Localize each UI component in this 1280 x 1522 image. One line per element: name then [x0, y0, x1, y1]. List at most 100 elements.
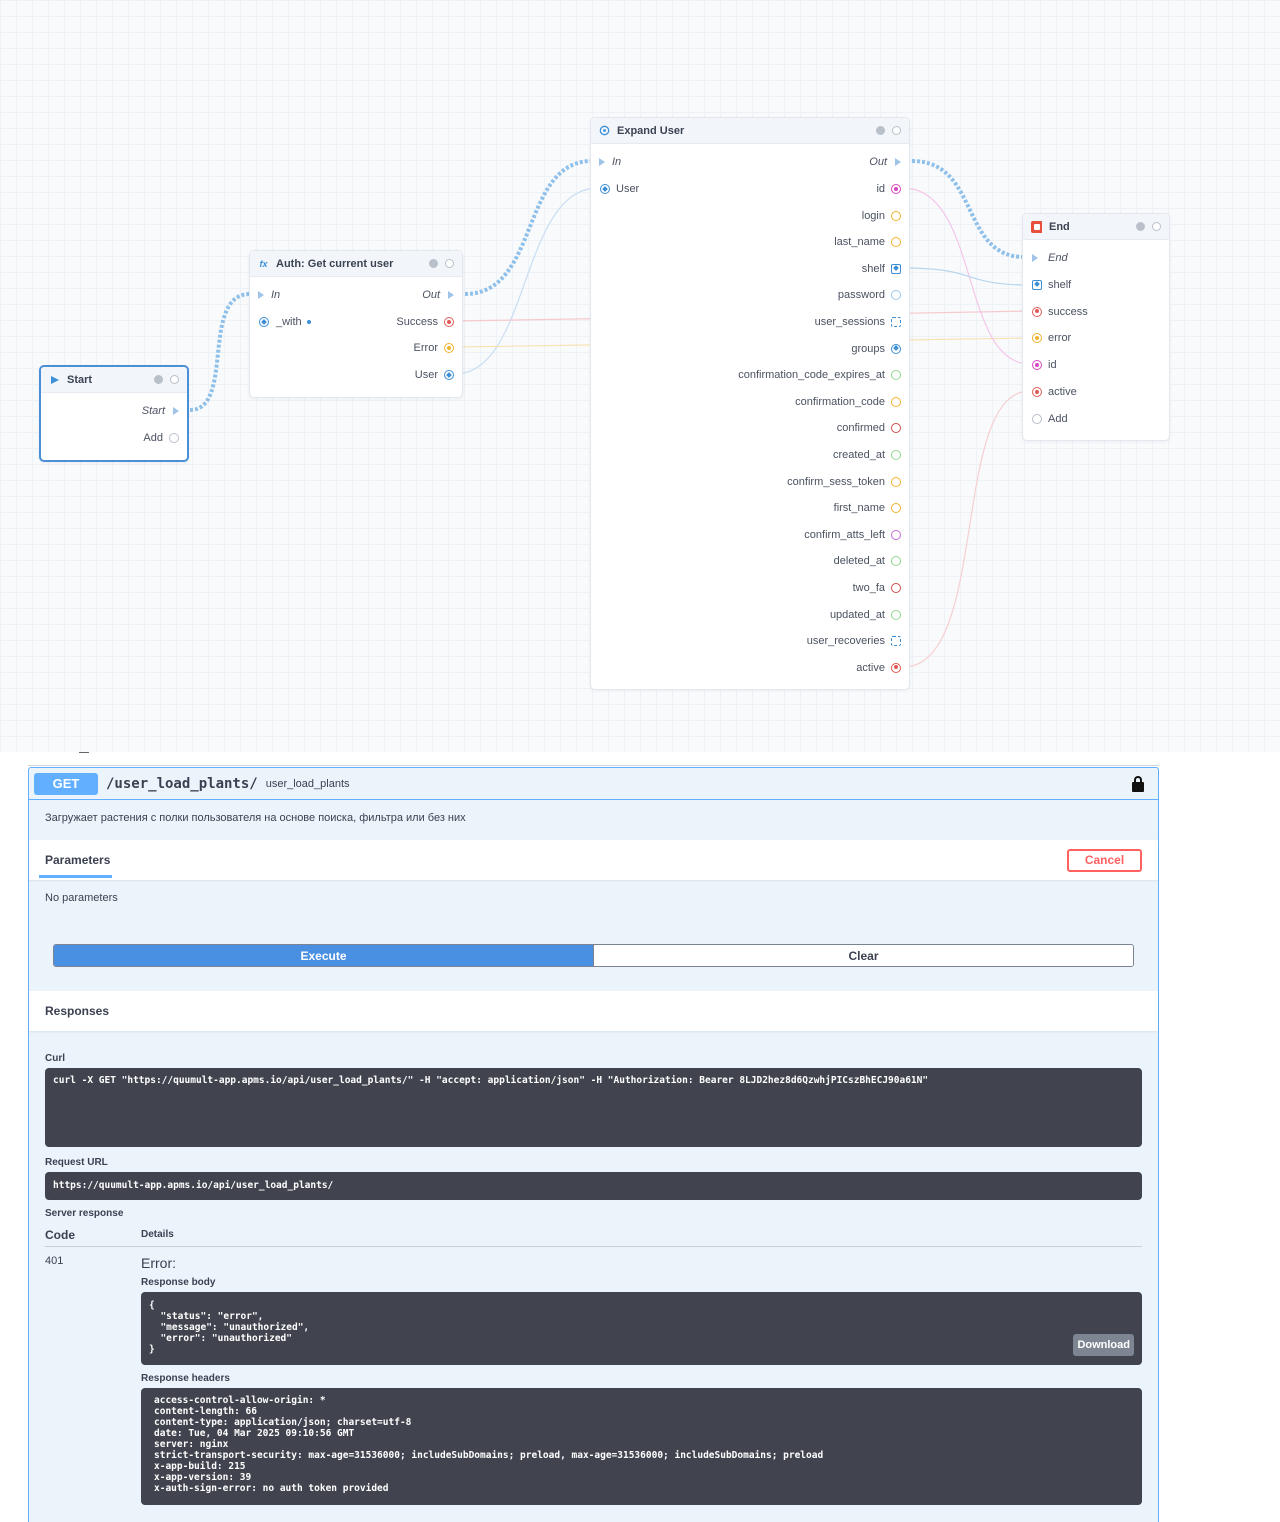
wire-active [902, 390, 1031, 668]
operation-panel: GET /user_load_plants/ user_load_plants … [28, 767, 1159, 1522]
end-port-error-icon[interactable] [1032, 333, 1042, 344]
field-label-deleted-at: deleted_at [833, 555, 885, 568]
node-title: End [1049, 220, 1070, 233]
field-port-confirm-sess-token-icon[interactable] [891, 476, 901, 487]
port-label-error: Error [413, 342, 438, 354]
port-label-start: Start [141, 405, 165, 417]
field-label-user-sessions: user_sessions [814, 316, 885, 328]
field-port-active-icon[interactable] [891, 662, 901, 673]
port-label-in: In [612, 156, 622, 168]
start-node[interactable]: Start Start Add [39, 365, 189, 462]
end-port-id-icon[interactable] [1032, 360, 1042, 371]
cancel-button[interactable]: Cancel [1067, 848, 1142, 872]
auth-node[interactable]: fx Auth: Get current user In Out _with S… [249, 250, 463, 398]
flow-in-port[interactable] [599, 158, 605, 166]
add-port-icon[interactable] [169, 433, 179, 443]
details-header: Details [141, 1229, 174, 1240]
help-icon[interactable] [1136, 222, 1145, 231]
field-label-active: active [856, 661, 885, 674]
error-port-icon[interactable] [444, 343, 454, 353]
field-port-confirmed-icon[interactable] [891, 423, 901, 434]
method-badge: GET [34, 772, 98, 795]
field-label-first-name: first_name [833, 502, 885, 515]
download-button[interactable]: Download [1073, 1334, 1134, 1356]
response-body[interactable]: { "status": "error", "message": "unautho… [141, 1292, 1142, 1365]
with-dot [307, 320, 311, 324]
field-label-confirm-atts-left: confirm_atts_left [804, 528, 885, 541]
operation-path: /user_load_plants/ [106, 775, 258, 792]
curl-command[interactable]: curl -X GET "https://quumult-app.apms.io… [45, 1068, 1142, 1147]
port-label-success: Success [396, 316, 438, 328]
end-port-success-icon[interactable] [1032, 306, 1042, 317]
lock-icon[interactable] [1131, 775, 1145, 792]
expand-user-node[interactable]: Expand User In Out User id login last_name… [590, 117, 910, 690]
field-port-password-icon[interactable] [891, 290, 901, 301]
help-icon[interactable] [154, 375, 163, 384]
field-port-first-name-icon[interactable] [891, 503, 901, 514]
field-port-two-fa-icon[interactable] [891, 583, 901, 593]
field-port-confirm-atts-left-icon[interactable] [891, 529, 901, 540]
operation-summary[interactable]: GET /user_load_plants/ user_load_plants [29, 768, 1158, 800]
field-port-updated-at-icon[interactable] [891, 609, 901, 620]
with-port-icon[interactable] [259, 317, 269, 327]
field-label-confirmation-code-expires-at: confirmation_code_expires_at [738, 369, 885, 382]
error-title: Error: [141, 1255, 176, 1271]
comment-icon[interactable] [170, 375, 179, 384]
field-label-user-recoveries: user_recoveries [806, 635, 885, 648]
success-port-icon[interactable] [444, 317, 454, 327]
tab-parameters[interactable]: Parameters [45, 853, 1067, 867]
field-label-shelf: shelf [861, 262, 885, 275]
wire-shelf [902, 267, 1031, 286]
end-port-end-icon[interactable] [1032, 254, 1038, 262]
end-port-label-id: id [1048, 359, 1057, 372]
execute-button[interactable]: Execute [54, 945, 593, 966]
responses-body: Curl curl -X GET "https://quumult-app.ap… [29, 1031, 1158, 1505]
section-divider [28, 765, 1159, 766]
field-port-shelf-icon[interactable] [891, 263, 901, 274]
responses-header: Responses [29, 991, 1158, 1031]
response-headers[interactable]: access-control-allow-origin: * content-l… [141, 1388, 1142, 1505]
end-port-add-icon[interactable] [1032, 413, 1042, 424]
field-label-confirmed: confirmed [836, 422, 885, 435]
flow-out-port[interactable] [448, 291, 454, 299]
flow-out-port[interactable] [173, 407, 179, 415]
help-icon[interactable] [429, 259, 438, 268]
request-url-label: Request URL [45, 1157, 108, 1168]
request-url[interactable]: https://quumult-app.apms.io/api/user_loa… [45, 1172, 1142, 1200]
clear-button[interactable]: Clear [593, 945, 1133, 966]
port-label-out: Out [422, 289, 440, 301]
comment-icon[interactable] [445, 259, 454, 268]
comment-icon[interactable] [892, 126, 901, 135]
end-port-active-icon[interactable] [1032, 387, 1042, 397]
field-port-user-sessions-icon[interactable] [891, 317, 901, 327]
field-port-deleted-at-icon[interactable] [891, 556, 901, 567]
end-port-label-success: success [1048, 305, 1088, 318]
play-icon [49, 374, 60, 385]
wire-expand-end [911, 159, 1025, 259]
field-label-last-name: last_name [834, 236, 885, 249]
field-label-created-at: created_at [833, 449, 885, 461]
end-node[interactable]: End End shelf success error id active Add [1022, 213, 1170, 441]
field-port-login-icon[interactable] [891, 210, 901, 221]
end-port-shelf-icon[interactable] [1032, 279, 1042, 290]
field-port-groups-icon[interactable] [891, 343, 901, 354]
field-label-id: id [876, 183, 885, 195]
field-port-id-icon[interactable] [891, 184, 901, 194]
field-port-created-at-icon[interactable] [891, 450, 901, 460]
no-parameters-text: No parameters [45, 892, 118, 904]
user-in-port-icon[interactable] [600, 184, 610, 194]
end-port-label-add: Add [1048, 412, 1068, 425]
field-port-user-recoveries-icon[interactable] [891, 636, 901, 647]
end-port-label-active: active [1048, 386, 1077, 398]
flow-canvas[interactable]: Start Start Add fx Auth: Get current use… [0, 0, 1280, 752]
flow-in-port[interactable] [258, 291, 264, 299]
expand-icon [599, 125, 610, 136]
user-port-icon[interactable] [444, 370, 454, 380]
end-port-label-end: End [1048, 252, 1068, 264]
field-port-last-name-icon[interactable] [891, 237, 901, 248]
comment-icon[interactable] [1152, 222, 1161, 231]
field-port-confirmation-code-icon[interactable] [891, 396, 901, 407]
help-icon[interactable] [876, 126, 885, 135]
flow-out-port[interactable] [895, 158, 901, 166]
field-port-confirmation-code-expires-at-icon[interactable] [891, 370, 901, 381]
